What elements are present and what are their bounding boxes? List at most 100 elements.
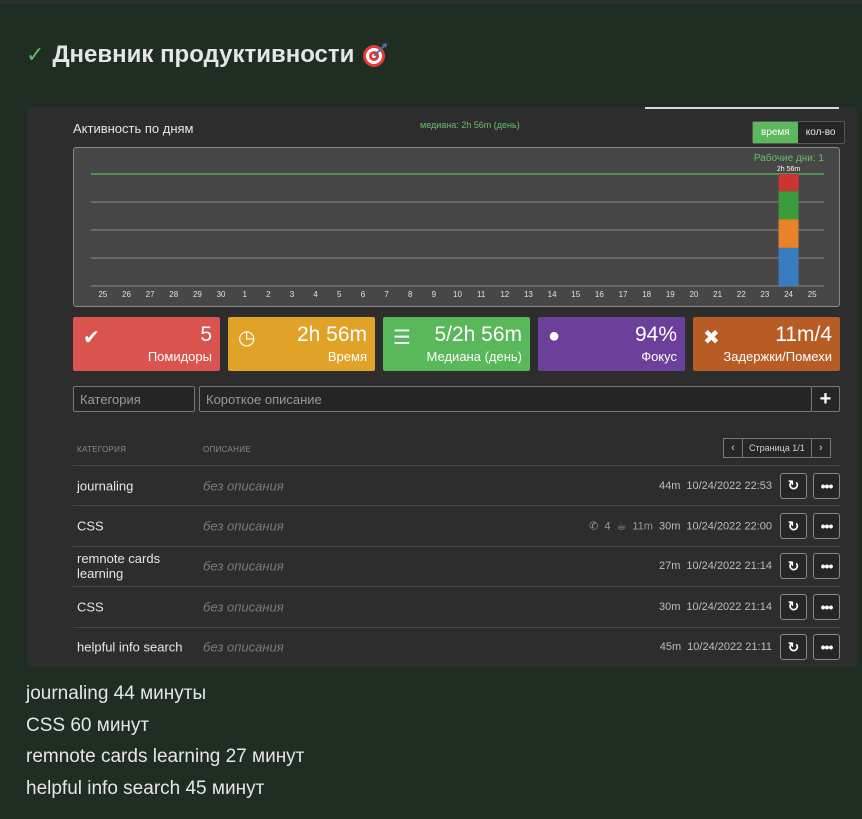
note-line: CSS 60 минут xyxy=(26,714,150,736)
stat-label: Фокус xyxy=(641,349,677,364)
more-options-button[interactable]: ••• xyxy=(813,553,840,580)
x-tick-label: 11 xyxy=(477,290,486,299)
x-tick-label: 19 xyxy=(666,290,675,299)
more-options-button[interactable]: ••• xyxy=(813,513,840,540)
row-duration: 44m xyxy=(658,479,681,492)
row-description: без описания xyxy=(203,558,284,574)
x-tick-label: 14 xyxy=(548,290,557,299)
target-icon xyxy=(363,43,388,67)
pomodoro-widget: Активность по дням медиана: 2h 56m (день… xyxy=(27,107,857,667)
page-indicator: Страница 1/1 xyxy=(743,438,811,458)
x-tick-label: 29 xyxy=(193,290,202,299)
stat-value: 11m/4 xyxy=(775,323,832,346)
row-duration: 45m xyxy=(659,641,682,654)
bar-segment xyxy=(778,191,799,220)
row-category: journaling xyxy=(77,478,134,494)
toggle-time-button[interactable]: время xyxy=(753,122,798,143)
toggle-count-button[interactable]: кол-во xyxy=(797,122,844,143)
table-row: CSS без описания ✆ 4 ☕ 11m 30m 10/24/202… xyxy=(73,505,840,545)
row-duration: 30m xyxy=(658,600,681,613)
x-tick-label: 26 xyxy=(122,290,131,299)
redo-button[interactable]: ↻ xyxy=(780,634,807,661)
stat-time: ◷ 2h 56m Время xyxy=(228,317,375,371)
table-row: journaling без описания 44m 10/24/2022 2… xyxy=(73,465,840,505)
x-tick-label: 10 xyxy=(453,290,462,299)
median-label: медиана: 2h 56m (день) xyxy=(420,120,520,130)
stat-label: Время xyxy=(327,349,367,364)
table-header: КАТЕГОРИЯ ОПИСАНИЕ ‹ Страница 1/1 › xyxy=(73,437,840,465)
x-tick-label: 20 xyxy=(689,290,698,299)
workdays-label: Рабочие дни: 1 xyxy=(754,152,825,164)
row-duration: 30m xyxy=(658,520,681,533)
row-category: remnote cards learning xyxy=(77,551,161,582)
coffee-icon: ☕ xyxy=(616,520,627,533)
note-line: remnote cards learning 27 минут xyxy=(26,746,305,767)
category-input[interactable]: Категория xyxy=(73,386,195,412)
panel-top-strip xyxy=(645,107,839,109)
add-entry-button[interactable]: + xyxy=(811,386,840,412)
column-header-category: КАТЕГОРИЯ xyxy=(77,445,127,454)
x-tick-label: 21 xyxy=(713,290,722,299)
x-tick-label: 25 xyxy=(808,290,817,299)
x-tick-label: 6 xyxy=(361,290,366,299)
stat-focus: ● 94% Фокус xyxy=(538,317,685,371)
row-datetime: 10/24/2022 22:53 xyxy=(686,479,772,492)
stat-median: ☰ 5/2h 56m Медиана (день) xyxy=(383,317,530,371)
bar-segment xyxy=(778,219,799,248)
prev-page-button[interactable]: ‹ xyxy=(723,438,743,458)
phone-icon: ✆ xyxy=(589,520,599,533)
bar-segment xyxy=(778,247,799,286)
chart-mode-toggle: время кол-во xyxy=(752,121,845,144)
redo-button[interactable]: ↻ xyxy=(780,513,807,540)
next-page-button[interactable]: › xyxy=(810,438,831,458)
x-tick-label: 4 xyxy=(313,290,318,299)
x-tick-label: 9 xyxy=(432,290,437,299)
row-category: CSS xyxy=(77,518,104,534)
description-input[interactable]: Короткое описание xyxy=(199,386,812,412)
x-tick-label: 16 xyxy=(595,290,604,299)
x-tick-label: 15 xyxy=(571,290,580,299)
row-duration: 27m xyxy=(658,560,681,573)
x-tick-label: 28 xyxy=(169,290,178,299)
stat-label: Задержки/Помехи xyxy=(723,349,832,364)
row-description: без описания xyxy=(203,478,284,494)
row-description: без описания xyxy=(203,639,284,655)
notes-list: journaling 44 минуты CSS 60 минут remnot… xyxy=(26,678,304,804)
x-tick-label: 17 xyxy=(619,290,628,299)
chart-title: Активность по дням xyxy=(73,121,194,136)
note-line: journaling 44 минуты xyxy=(26,683,207,704)
row-meta: ✆ 4 ☕ 11m 30m 10/24/2022 22:00 xyxy=(589,520,772,533)
more-options-button[interactable]: ••• xyxy=(813,634,840,661)
redo-button[interactable]: ↻ xyxy=(780,553,807,580)
bar-total-label: 2h 56m xyxy=(777,166,801,173)
bar-segment xyxy=(778,174,799,192)
redo-button[interactable]: ↻ xyxy=(780,472,807,499)
row-datetime: 10/24/2022 21:14 xyxy=(686,600,772,613)
x-tick-label: 22 xyxy=(737,290,746,299)
stat-label: Помидоры xyxy=(147,349,212,364)
row-meta: 27m 10/24/2022 21:14 xyxy=(659,560,772,572)
entries-table: journaling без описания 44m 10/24/2022 2… xyxy=(73,465,840,667)
lightbulb-icon: ● xyxy=(548,325,561,347)
more-options-button[interactable]: ••• xyxy=(813,472,840,499)
stat-value: 5/2h 56m xyxy=(434,323,522,346)
stats-row: ✔ 5 Помидоры ◷ 2h 56m Время ☰ 5/2h 56m М… xyxy=(73,317,840,371)
stat-label: Медиана (день) xyxy=(426,349,522,364)
clock-icon: ◷ xyxy=(238,327,256,349)
row-category: helpful info search xyxy=(77,639,183,655)
x-tick-label: 12 xyxy=(500,290,509,299)
stat-interruptions: ✖ 11m/4 Задержки/Помехи xyxy=(693,317,840,371)
more-options-button[interactable]: ••• xyxy=(813,593,840,620)
row-meta: 45m 10/24/2022 21:11 xyxy=(660,641,772,653)
stat-value: 94% xyxy=(634,323,677,346)
x-tick-label: 3 xyxy=(290,290,295,299)
table-row: CSS без описания 30m 10/24/2022 21:14 ↻ … xyxy=(73,586,840,626)
redo-button[interactable]: ↻ xyxy=(780,593,807,620)
row-datetime: 10/24/2022 21:11 xyxy=(687,641,772,654)
stat-value: 2h 56m xyxy=(296,323,367,346)
x-tick-label: 2 xyxy=(266,290,271,299)
table-row: helpful info search без описания 45m 10/… xyxy=(73,626,840,667)
page-title-text: Дневник продуктивности xyxy=(52,41,355,68)
row-description: без описания xyxy=(203,518,284,534)
x-tick-label: 30 xyxy=(217,290,226,299)
